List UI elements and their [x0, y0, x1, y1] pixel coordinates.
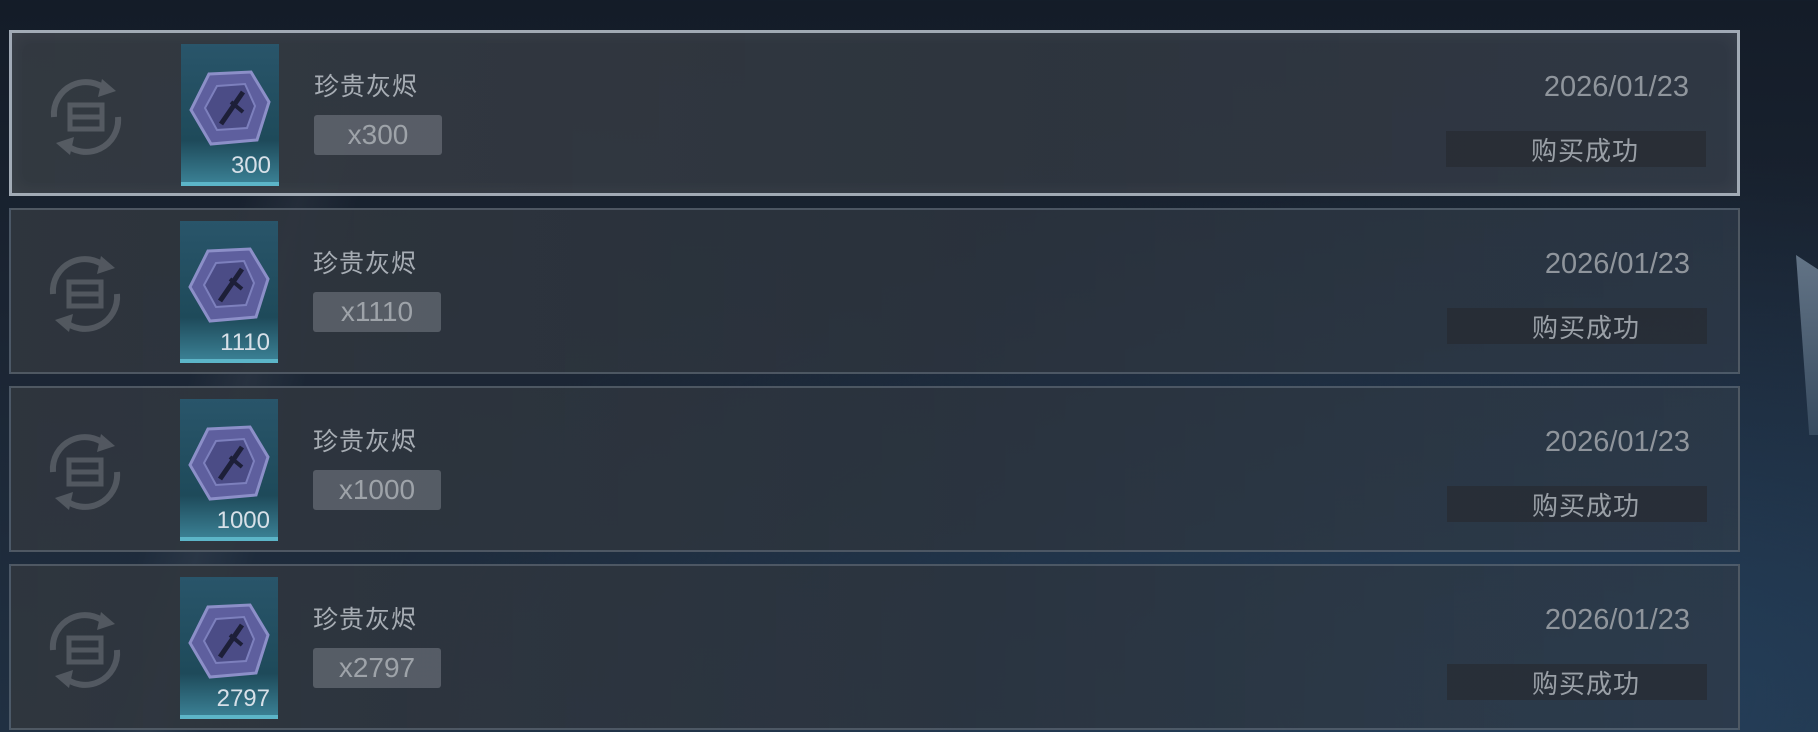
quantity-badge: x1110: [313, 292, 441, 332]
item-count-label: 1110: [220, 329, 270, 356]
item-card: 1110: [180, 221, 278, 363]
purchase-record-row[interactable]: 1110 珍贵灰烬 x1110 2026/01/23 购买成功: [9, 208, 1740, 374]
status-badge: 购买成功: [1447, 664, 1707, 700]
status-badge: 购买成功: [1447, 308, 1707, 344]
quantity-badge: x1000: [313, 470, 441, 510]
gem-icon: [188, 247, 270, 323]
item-card: 1000: [180, 399, 278, 541]
item-card: 2797: [180, 577, 278, 719]
item-name: 珍贵灰烬: [313, 428, 418, 456]
item-name: 珍贵灰烬: [313, 606, 418, 634]
refresh-icon: [49, 612, 121, 688]
item-name: 珍贵灰烬: [314, 73, 419, 101]
purchase-date: 2026/01/23: [1544, 604, 1690, 636]
purchase-date: 2026/01/23: [1544, 426, 1690, 458]
item-card: 300: [181, 44, 279, 186]
purchase-history-list: 300 珍贵灰烬 x300 2026/01/23 购买成功 1110 珍贵灰烬 …: [9, 30, 1740, 732]
purchase-date: 2026/01/23: [1543, 71, 1689, 103]
edge-decoration: [1796, 255, 1818, 435]
item-name: 珍贵灰烬: [313, 250, 418, 278]
gem-icon: [188, 425, 270, 501]
purchase-date: 2026/01/23: [1544, 248, 1690, 280]
item-count-label: 300: [230, 152, 271, 179]
purchase-record-row[interactable]: 300 珍贵灰烬 x300 2026/01/23 购买成功: [9, 30, 1740, 196]
gem-icon: [188, 603, 270, 679]
quantity-badge: x300: [314, 115, 442, 155]
gem-icon: [189, 70, 271, 146]
status-badge: 购买成功: [1447, 486, 1707, 522]
item-count-label: 1000: [216, 507, 270, 534]
item-count-label: 2797: [216, 685, 270, 712]
status-badge: 购买成功: [1446, 131, 1706, 167]
refresh-icon: [49, 434, 121, 510]
purchase-record-row[interactable]: 1000 珍贵灰烬 x1000 2026/01/23 购买成功: [9, 386, 1740, 552]
refresh-icon: [50, 79, 122, 155]
quantity-badge: x2797: [313, 648, 441, 688]
refresh-icon: [49, 256, 121, 332]
purchase-record-row[interactable]: 2797 珍贵灰烬 x2797 2026/01/23 购买成功: [9, 564, 1740, 730]
